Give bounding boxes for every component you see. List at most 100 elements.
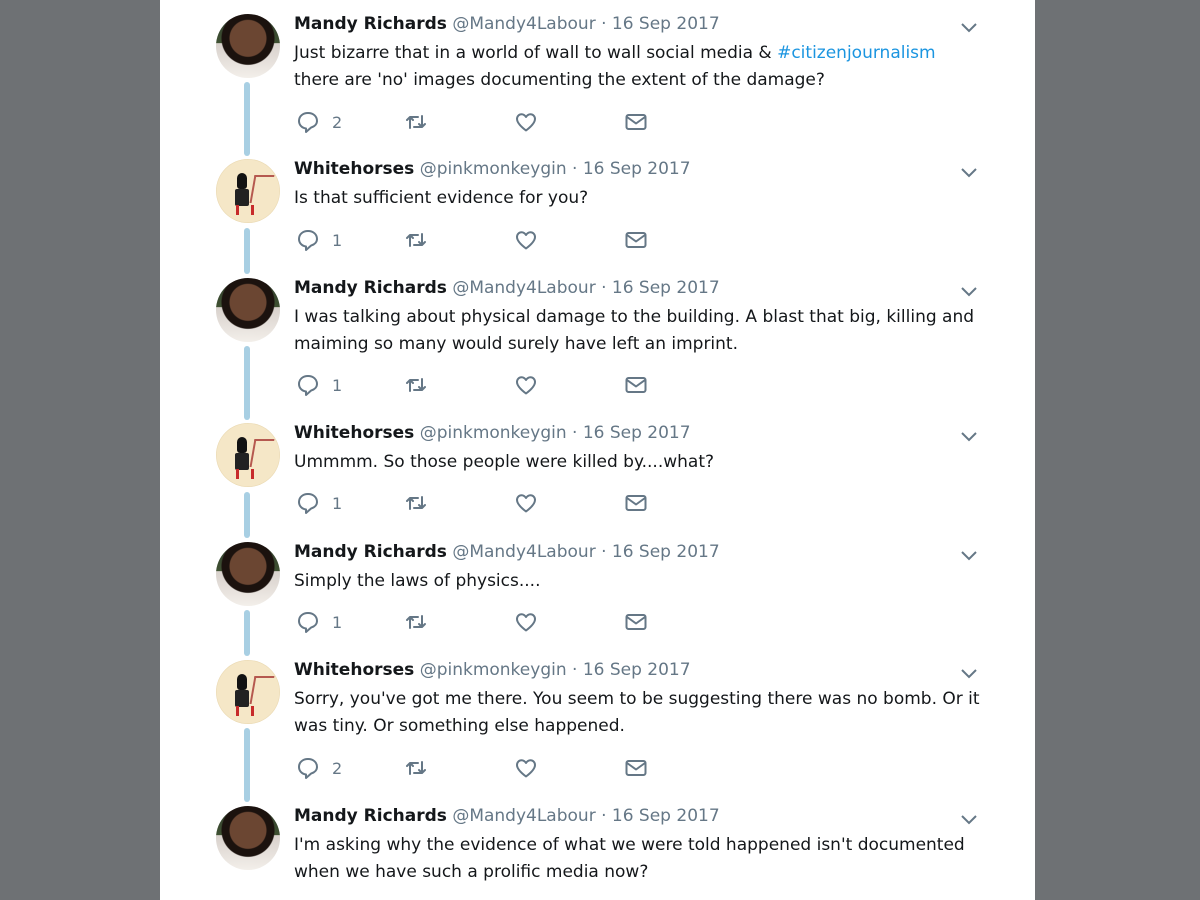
display-name[interactable]: Mandy Richards <box>294 542 447 562</box>
avatar[interactable] <box>216 542 280 606</box>
thread-line <box>244 228 250 274</box>
avatar[interactable] <box>216 159 280 223</box>
chevron-down-icon[interactable] <box>960 282 978 300</box>
retweet-button[interactable] <box>404 489 428 517</box>
retweet-icon <box>406 378 426 392</box>
reply-icon <box>298 612 318 633</box>
avatar[interactable] <box>216 806 280 870</box>
like-button[interactable] <box>514 108 538 136</box>
handle[interactable]: @pinkmonkeygin <box>420 660 567 680</box>
tweet-header: Whitehorses @pinkmonkeygin · 16 Sep 2017 <box>294 660 691 680</box>
reply-button[interactable]: 1 <box>296 489 342 517</box>
handle[interactable]: @Mandy4Labour <box>452 542 595 562</box>
tweet-text: I was talking about physical damage to t… <box>294 307 975 354</box>
timestamp[interactable]: · 16 Sep 2017 <box>601 278 720 298</box>
timestamp[interactable]: · 16 Sep 2017 <box>601 14 720 34</box>
reply-count: 1 <box>332 230 343 250</box>
dm-button[interactable] <box>624 371 648 399</box>
tweet-header: Mandy Richards @Mandy4Labour · 16 Sep 20… <box>294 278 720 298</box>
reply-icon <box>298 375 318 396</box>
dm-button[interactable] <box>624 608 648 636</box>
heart-icon <box>516 613 536 632</box>
timestamp[interactable]: · 16 Sep 2017 <box>572 159 691 179</box>
reply-icon <box>298 230 318 251</box>
avatar[interactable] <box>216 278 280 342</box>
handle[interactable]: @pinkmonkeygin <box>420 159 567 179</box>
tweet-header: Mandy Richards @Mandy4Labour · 16 Sep 20… <box>294 542 720 562</box>
handle[interactable]: @Mandy4Labour <box>452 278 595 298</box>
tweet-actions: 1 <box>294 489 694 517</box>
display-name[interactable]: Whitehorses <box>294 159 414 179</box>
reply-count: 1 <box>332 493 343 513</box>
chevron-down-icon[interactable] <box>960 810 978 828</box>
reply-count: 1 <box>332 375 343 395</box>
hashtag-link[interactable]: #citizenjournalism <box>777 43 936 63</box>
retweet-button[interactable] <box>404 108 428 136</box>
dm-button[interactable] <box>624 754 648 782</box>
chevron-down-icon[interactable] <box>960 427 978 445</box>
display-name[interactable]: Mandy Richards <box>294 278 447 298</box>
like-button[interactable] <box>514 371 538 399</box>
like-button[interactable] <box>514 754 538 782</box>
reply-icon <box>298 758 318 779</box>
retweet-button[interactable] <box>404 226 428 254</box>
tweet-header: Whitehorses @pinkmonkeygin · 16 Sep 2017 <box>294 423 691 443</box>
retweet-button[interactable] <box>404 371 428 399</box>
reply-button[interactable]: 1 <box>296 608 342 636</box>
display-name[interactable]: Mandy Richards <box>294 14 447 34</box>
thread-line <box>244 492 250 538</box>
reply-button[interactable]: 1 <box>296 371 342 399</box>
reply-icon <box>298 493 318 514</box>
tweet-actions: 1 <box>294 608 694 636</box>
timestamp[interactable]: · 16 Sep 2017 <box>572 423 691 443</box>
timestamp[interactable]: · 16 Sep 2017 <box>601 542 720 562</box>
display-name[interactable]: Mandy Richards <box>294 806 447 826</box>
thread-line <box>244 728 250 802</box>
like-button[interactable] <box>514 489 538 517</box>
reply-button[interactable]: 2 <box>296 754 342 782</box>
heart-icon <box>516 113 536 132</box>
envelope-icon <box>625 614 647 630</box>
reply-icon <box>298 112 318 133</box>
reply-button[interactable]: 2 <box>296 108 342 136</box>
tweet-actions: 2 <box>294 108 694 136</box>
tweet-text: Simply the laws of physics.... <box>294 571 541 591</box>
conversation-panel: Mandy Richards @Mandy4Labour · 16 Sep 20… <box>160 0 1035 900</box>
like-button[interactable] <box>514 226 538 254</box>
timestamp[interactable]: · 16 Sep 2017 <box>601 806 720 826</box>
heart-icon <box>516 494 536 513</box>
retweet-button[interactable] <box>404 754 428 782</box>
avatar[interactable] <box>216 14 280 78</box>
chevron-down-icon[interactable] <box>960 18 978 36</box>
dm-button[interactable] <box>624 108 648 136</box>
heart-icon <box>516 231 536 250</box>
tweet-actions: 1 <box>294 226 694 254</box>
heart-icon <box>516 759 536 778</box>
dm-button[interactable] <box>624 489 648 517</box>
tweet-header: Whitehorses @pinkmonkeygin · 16 Sep 2017 <box>294 159 691 179</box>
thread-line <box>244 346 250 420</box>
chevron-down-icon[interactable] <box>960 664 978 682</box>
reply-count: 1 <box>332 612 343 632</box>
envelope-icon <box>625 114 647 130</box>
envelope-icon <box>625 377 647 393</box>
retweet-button[interactable] <box>404 608 428 636</box>
tweet-actions: 1 <box>294 371 694 399</box>
handle[interactable]: @Mandy4Labour <box>452 806 595 826</box>
handle[interactable]: @pinkmonkeygin <box>420 423 567 443</box>
display-name[interactable]: Whitehorses <box>294 423 414 443</box>
tweet-header: Mandy Richards @Mandy4Labour · 16 Sep 20… <box>294 806 720 826</box>
chevron-down-icon[interactable] <box>960 163 978 181</box>
like-button[interactable] <box>514 608 538 636</box>
dm-button[interactable] <box>624 226 648 254</box>
handle[interactable]: @Mandy4Labour <box>452 14 595 34</box>
reply-button[interactable]: 1 <box>296 226 342 254</box>
timestamp[interactable]: · 16 Sep 2017 <box>572 660 691 680</box>
avatar[interactable] <box>216 660 280 724</box>
thread-line <box>244 82 250 156</box>
retweet-icon <box>406 761 426 775</box>
avatar[interactable] <box>216 423 280 487</box>
display-name[interactable]: Whitehorses <box>294 660 414 680</box>
chevron-down-icon[interactable] <box>960 546 978 564</box>
tweet-text: Ummmm. So those people were killed by...… <box>294 452 715 472</box>
